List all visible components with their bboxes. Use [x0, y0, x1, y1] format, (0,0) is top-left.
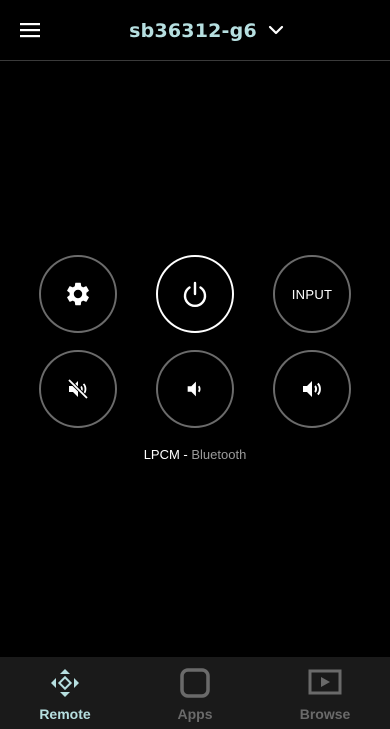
gear-icon	[67, 282, 89, 306]
volume-down-icon	[187, 381, 201, 397]
status-separator: -	[179, 447, 192, 462]
title-area: sb36312-g6	[0, 0, 390, 61]
apps-icon	[178, 666, 212, 700]
nav-apps[interactable]: Apps	[130, 657, 260, 729]
input-button[interactable]: INPUT	[273, 255, 351, 333]
volume-down-button[interactable]	[156, 350, 234, 428]
nav-browse-label: Browse	[299, 706, 351, 722]
mute-icon	[67, 378, 89, 400]
nav-apps-label: Apps	[177, 706, 213, 722]
audio-source: Bluetooth	[191, 447, 247, 462]
top-bar: sb36312-g6	[0, 0, 390, 61]
chevron-down-icon	[268, 25, 284, 35]
remote-screen: sb36312-g6 INPUT LPCM - Bluetooth Remote…	[0, 0, 390, 729]
bottom-nav: Remote Apps Browse	[0, 657, 390, 729]
device-title[interactable]: sb36312-g6	[129, 20, 257, 42]
nav-browse[interactable]: Browse	[260, 657, 390, 729]
mute-button[interactable]	[39, 350, 117, 428]
settings-button[interactable]	[39, 255, 117, 333]
play-icon	[308, 666, 342, 700]
nav-remote-label: Remote	[39, 706, 91, 722]
volume-up-icon	[303, 381, 321, 397]
audio-format: LPCM	[143, 447, 180, 462]
dpad-icon	[48, 666, 82, 700]
audio-status: LPCM - Bluetooth	[0, 447, 390, 462]
nav-remote[interactable]: Remote	[0, 657, 130, 729]
power-button[interactable]	[156, 255, 234, 333]
volume-up-button[interactable]	[273, 350, 351, 428]
power-icon	[183, 281, 207, 308]
device-dropdown-button[interactable]	[262, 16, 290, 44]
input-label: INPUT	[291, 286, 333, 302]
